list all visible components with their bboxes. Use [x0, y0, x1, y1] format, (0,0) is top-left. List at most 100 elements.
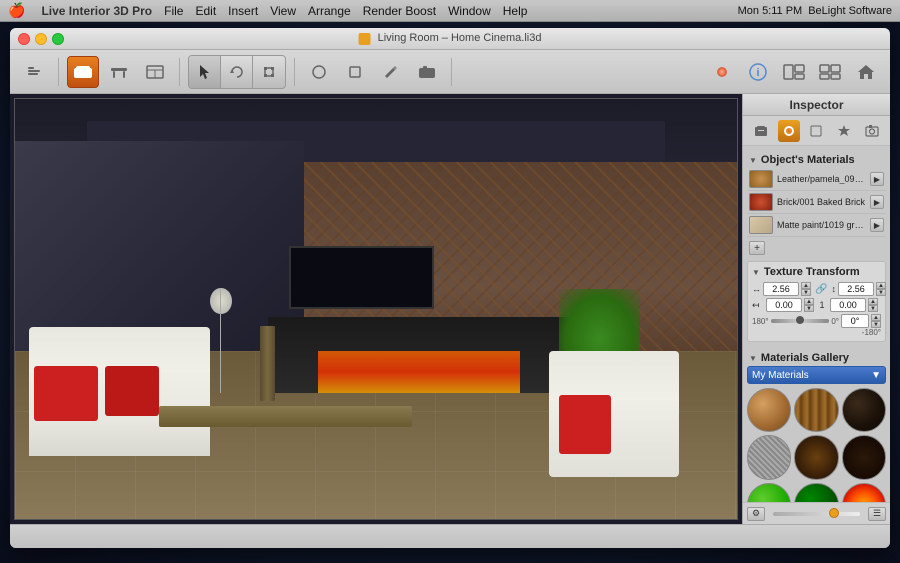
inspector-tab-furniture[interactable] [750, 120, 772, 142]
toolbar-table-btn[interactable] [103, 56, 135, 88]
inspector-tab-star[interactable] [833, 120, 855, 142]
objects-materials-section: ▼ Object's Materials [747, 150, 886, 168]
angle-stepper[interactable]: ▲ ▼ [871, 314, 881, 328]
angle-slider-track[interactable] [771, 319, 830, 323]
inspector-list-btn[interactable]: ☰ [868, 507, 886, 521]
height-stepper[interactable]: ▲ ▼ [876, 282, 886, 296]
toolbar-home-btn[interactable] [850, 56, 882, 88]
title-bar: Living Room – Home Cinema.li3d [10, 28, 890, 50]
toolbar-camera-btn[interactable] [411, 56, 443, 88]
toolbar-pencil-btn[interactable] [375, 56, 407, 88]
offset-y-up[interactable]: ▲ [868, 298, 878, 305]
inspector-tab-camera[interactable] [861, 120, 883, 142]
floor-lamp [217, 288, 224, 393]
material-swatch-leather [749, 170, 773, 188]
menu-insert[interactable]: Insert [228, 4, 258, 18]
offset-y-stepper[interactable]: ▲ ▼ [868, 298, 878, 312]
close-button[interactable] [18, 33, 30, 45]
height-down[interactable]: ▼ [876, 289, 886, 296]
toolbar-sep-3 [294, 58, 295, 86]
gallery-item-brown-fur[interactable] [794, 435, 838, 479]
angle-up[interactable]: ▲ [871, 314, 881, 321]
inspector-tab-materials[interactable] [778, 120, 800, 142]
gallery-item-fire[interactable] [842, 483, 886, 502]
angle-labels-row: -180° [752, 328, 881, 337]
menu-help[interactable]: Help [503, 4, 528, 18]
toolbar-materials-btn[interactable] [706, 56, 738, 88]
texture-offset-y-input[interactable] [830, 298, 866, 312]
gallery-item-concrete[interactable] [747, 435, 791, 479]
material-edit-btn-3[interactable]: ▶ [870, 218, 884, 232]
menu-file[interactable]: File [164, 4, 183, 18]
menu-edit[interactable]: Edit [195, 4, 216, 18]
content-area: Inspector [10, 94, 890, 524]
menu-render-boost[interactable]: Render Boost [363, 4, 436, 18]
inspector-body: ▼ Object's Materials Leather/pamela_0901… [743, 146, 890, 502]
texture-offset-x-input[interactable] [766, 298, 802, 312]
angle-down[interactable]: ▼ [871, 321, 881, 328]
material-item-leather[interactable]: Leather/pamela_09014 ▶ [747, 168, 886, 191]
apple-menu[interactable]: 🍎 [8, 2, 25, 19]
toolbar-view-split-btn[interactable] [814, 56, 846, 88]
gallery-item-wood[interactable] [794, 388, 838, 432]
texture-width-input[interactable] [763, 282, 799, 296]
offset-y-down[interactable]: ▼ [868, 305, 878, 312]
width-stepper[interactable]: ▲ ▼ [801, 282, 811, 296]
gallery-item-dark-leather[interactable] [842, 388, 886, 432]
gallery-item-leather[interactable] [747, 388, 791, 432]
toolbar-circle-btn[interactable] [303, 56, 335, 88]
toolbar-back-btn[interactable] [18, 56, 50, 88]
toolbar-select-btn[interactable] [189, 56, 221, 88]
inspector-add-btn[interactable]: ⚙ [747, 507, 765, 521]
offset-x-down[interactable]: ▼ [804, 305, 814, 312]
minimize-button[interactable] [35, 33, 47, 45]
toolbar-rotate-btn[interactable] [221, 56, 253, 88]
menu-view[interactable]: View [270, 4, 296, 18]
toolbar-window-btn[interactable] [139, 56, 171, 88]
armchair[interactable] [549, 393, 679, 477]
toolbar-resize-btn[interactable] [253, 56, 285, 88]
toolbar-view-2d-btn[interactable] [778, 56, 810, 88]
link-icon: 🔗 [813, 284, 829, 295]
height-up[interactable]: ▲ [876, 282, 886, 289]
app-name[interactable]: Live Interior 3D Pro [41, 4, 152, 18]
coffee-table[interactable] [159, 406, 412, 427]
toolbar-rect-btn[interactable] [339, 56, 371, 88]
maximize-button[interactable] [52, 33, 64, 45]
material-edit-btn[interactable]: ▶ [870, 172, 884, 186]
inspector-tab-dimensions[interactable] [805, 120, 827, 142]
toolbar-info-btn[interactable]: i [742, 56, 774, 88]
offset-x-stepper[interactable]: ▲ ▼ [804, 298, 814, 312]
toolbar-sofa-btn[interactable] [67, 56, 99, 88]
toolbar-sep-4 [451, 58, 452, 86]
gallery-item-green[interactable] [747, 483, 791, 502]
viewport-3d[interactable] [10, 94, 742, 524]
angle-slider-thumb[interactable] [796, 316, 804, 324]
inspector-size-slider[interactable] [773, 512, 860, 516]
gallery-item-dark-brown[interactable] [842, 435, 886, 479]
add-material-btn[interactable]: + [749, 241, 765, 255]
materials-gallery-grid [747, 388, 886, 502]
sofa-pillow-2 [105, 366, 159, 417]
offset-x-up[interactable]: ▲ [804, 298, 814, 305]
texture-angle-input[interactable] [841, 314, 869, 328]
material-name-matte: Matte paint/1019 grey beige [777, 220, 866, 230]
height-icon: ↕ [831, 284, 836, 294]
svg-text:i: i [756, 67, 759, 79]
menu-window[interactable]: Window [448, 4, 491, 18]
texture-height-input[interactable] [838, 282, 874, 296]
gallery-item-dark-green[interactable] [794, 483, 838, 502]
menu-arrange[interactable]: Arrange [308, 4, 351, 18]
material-item-matte[interactable]: Matte paint/1019 grey beige ▶ [747, 214, 886, 237]
menubar-company: BeLight Software [808, 5, 892, 17]
material-item-brick[interactable]: Brick/001 Baked Brick ▶ [747, 191, 886, 214]
tv-screen [289, 246, 433, 309]
size-slider-thumb[interactable] [829, 508, 839, 518]
gallery-arrow: ▼ [749, 354, 757, 363]
materials-gallery-dropdown[interactable]: My Materials ▼ [747, 366, 886, 384]
toolbar-sep-1 [58, 58, 59, 86]
material-edit-btn-2[interactable]: ▶ [870, 195, 884, 209]
angle-zero-label: 0° [831, 317, 839, 326]
width-up[interactable]: ▲ [801, 282, 811, 289]
width-down[interactable]: ▼ [801, 289, 811, 296]
